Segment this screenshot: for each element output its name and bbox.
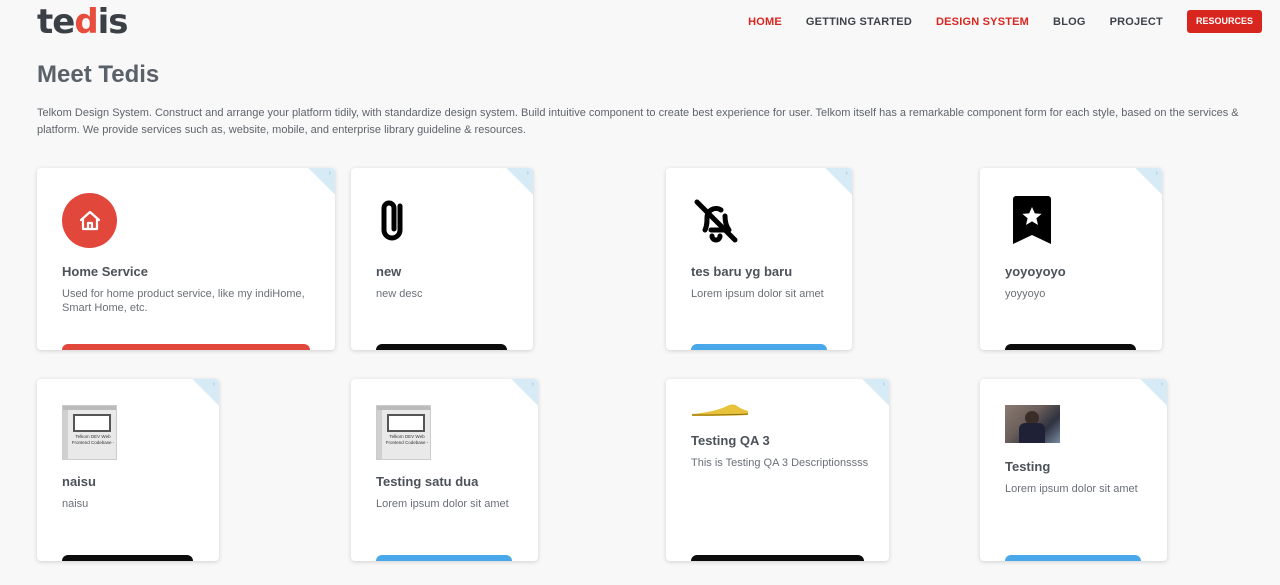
page-description: Telkom Design System. Construct and arra…: [37, 107, 1239, 136]
card-description: new desc: [376, 288, 423, 300]
main-nav: HOME GETTING STARTED DESIGN SYSTEM BLOG …: [724, 10, 1262, 33]
home-icon: [62, 193, 117, 248]
card-home-service[interactable]: › Home Service Used for home product ser…: [37, 168, 335, 350]
logo-text-2: is: [97, 2, 129, 42]
nav-home[interactable]: HOME: [748, 11, 782, 33]
card-action-button[interactable]: [691, 344, 827, 350]
card-description: This is Testing QA 3 Descriptionssss: [691, 457, 869, 469]
card-title: Testing satu dua: [376, 474, 479, 489]
bell-off-icon: [691, 196, 741, 251]
card-description: naisu: [62, 498, 89, 510]
nav-design-system[interactable]: DESIGN SYSTEM: [936, 11, 1029, 33]
page-title: Meet Tedis: [37, 61, 160, 88]
card-action-button[interactable]: [376, 344, 507, 350]
card-title: Testing QA 3: [691, 433, 770, 448]
card-fold-corner: ›: [192, 379, 219, 406]
site-header: tedis HOME GETTING STARTED DESIGN SYSTEM…: [0, 0, 1280, 48]
card-title: yoyoyoyo: [1005, 264, 1066, 279]
card-fold-corner: ›: [506, 168, 533, 195]
card-fold-corner: ›: [862, 379, 889, 406]
card-fold-corner: ›: [1140, 379, 1167, 406]
card-fold-corner: ›: [308, 168, 335, 195]
card-description: Used for home product service, like my i…: [62, 288, 305, 314]
card-description: yoyyoyo: [1005, 288, 1046, 300]
card-testing[interactable]: › Testing Lorem ipsum dolor sit amet: [980, 379, 1167, 561]
photo-image: [1005, 405, 1060, 443]
card-action-button[interactable]: [62, 555, 193, 561]
card-description: Lorem ipsum dolor sit amet: [1005, 483, 1138, 495]
logo-text-1: te: [37, 2, 75, 42]
card-action-button[interactable]: [376, 555, 512, 561]
card-new[interactable]: › new new desc: [351, 168, 533, 350]
card-testing-qa-3[interactable]: › Testing QA 3 This is Testing QA 3 Desc…: [666, 379, 889, 561]
card-fold-corner: ›: [825, 168, 852, 195]
bookmark-star-icon: [1011, 196, 1053, 251]
tedis-logo[interactable]: tedis: [37, 2, 129, 42]
card-title: naisu: [62, 474, 96, 489]
card-fold-corner: ›: [511, 379, 538, 406]
nav-getting-started[interactable]: GETTING STARTED: [806, 11, 912, 33]
card-action-button[interactable]: [1005, 344, 1136, 350]
card-yoyoyoyo[interactable]: › yoyoyoyo yoyyoyo: [980, 168, 1162, 350]
card-title: new: [376, 264, 402, 279]
paperclip-icon: [376, 196, 410, 249]
card-action-button[interactable]: [691, 555, 864, 561]
shoe-image: [691, 403, 749, 422]
card-title: Testing: [1005, 459, 1051, 474]
card-tes-baru-yg-baru[interactable]: › tes baru yg baru Lorem ipsum dolor sit…: [666, 168, 852, 350]
logo-text-accent: d: [74, 2, 98, 42]
card-naisu[interactable]: › Telkom DEV Web Frontend Codebase - nai…: [37, 379, 219, 561]
nav-blog[interactable]: BLOG: [1053, 11, 1086, 33]
card-testing-satu-dua[interactable]: › Telkom DEV Web Frontend Codebase - Tes…: [351, 379, 538, 561]
card-action-button[interactable]: [62, 344, 310, 350]
card-fold-corner: ›: [1135, 168, 1162, 195]
screenshot-thumbnail: Telkom DEV Web Frontend Codebase -: [62, 405, 117, 460]
screenshot-thumbnail: Telkom DEV Web Frontend Codebase -: [376, 405, 431, 460]
card-description: Lorem ipsum dolor sit amet: [691, 288, 824, 300]
card-description: Lorem ipsum dolor sit amet: [376, 498, 509, 510]
card-action-button[interactable]: [1005, 555, 1141, 561]
nav-project[interactable]: PROJECT: [1110, 11, 1163, 33]
card-title: tes baru yg baru: [691, 264, 793, 279]
thumbnail-caption: Telkom DEV Web Frontend Codebase -: [385, 434, 429, 445]
resources-button[interactable]: RESOURCES: [1186, 10, 1262, 33]
card-title: Home Service: [62, 264, 148, 279]
thumbnail-caption: Telkom DEV Web Frontend Codebase -: [71, 434, 115, 445]
